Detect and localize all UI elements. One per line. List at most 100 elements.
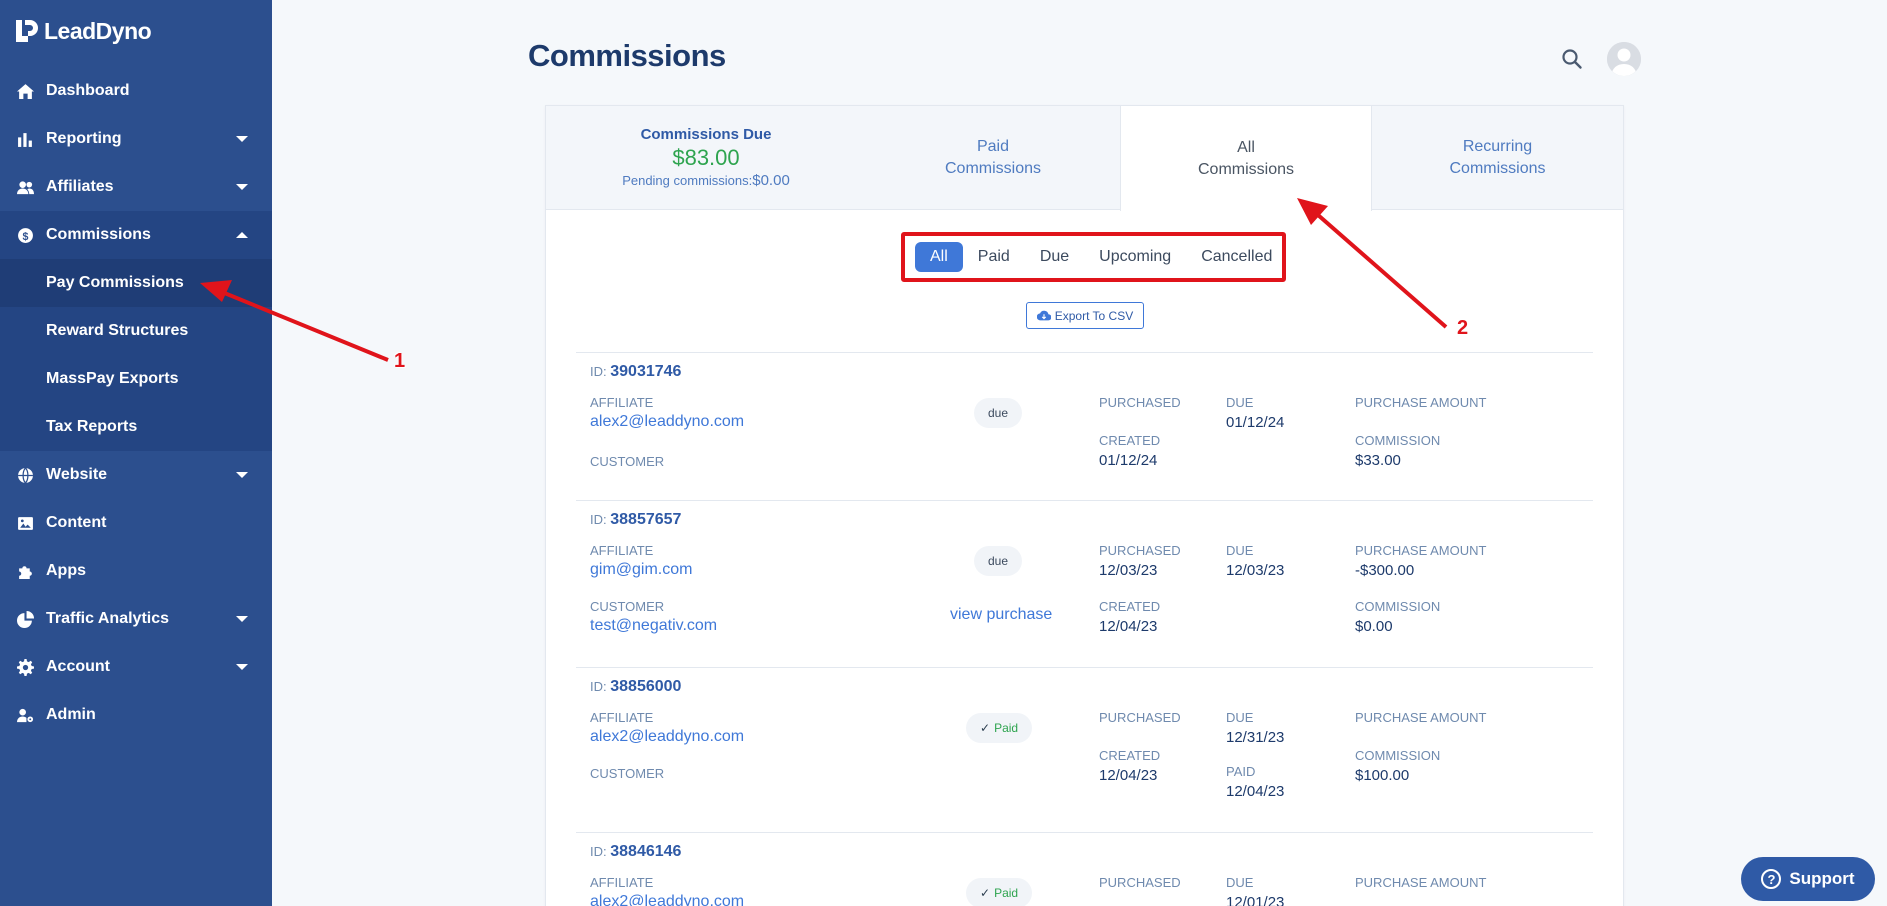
chevron-down-icon — [236, 184, 248, 190]
customer-label: CUSTOMER — [590, 454, 665, 469]
dollar-icon: $ — [16, 226, 34, 244]
pending-value: $0.00 — [752, 172, 790, 189]
tab-label: Commissions — [1449, 160, 1546, 177]
commissions-submenu: Pay Commissions Reward Structures MassPa… — [0, 259, 272, 451]
puzzle-icon — [16, 562, 34, 580]
created-label: CREATED — [1099, 433, 1161, 448]
commission-id-link[interactable]: 38856000 — [610, 678, 681, 695]
sidebar-item-label: Website — [46, 466, 108, 483]
affiliate-email-link[interactable]: gim@gim.com — [590, 561, 692, 579]
id-label: ID: — [590, 512, 607, 527]
sidebar-subitem-pay-commissions[interactable]: Pay Commissions — [0, 259, 272, 307]
sidebar-item-label: Account — [46, 658, 110, 675]
affiliate-email-link[interactable]: alex2@leaddyno.com — [590, 413, 744, 431]
sidebar-subitem-label: MassPay Exports — [46, 370, 179, 387]
page-title: Commissions — [528, 38, 726, 73]
export-csv-button[interactable]: Export To CSV — [1026, 302, 1144, 329]
sidebar-subitem-label: Reward Structures — [46, 322, 189, 339]
affiliate-email-link[interactable]: alex2@leaddyno.com — [590, 728, 744, 746]
support-label: Support — [1789, 869, 1855, 888]
filter-all-button[interactable]: All — [915, 242, 963, 272]
commission-id-link[interactable]: 38846146 — [610, 843, 681, 860]
pending-label: Pending commissions: — [622, 173, 753, 188]
sidebar-item-content[interactable]: Content — [0, 499, 272, 547]
sidebar-item-affiliates[interactable]: Affiliates — [0, 163, 272, 211]
commission-tabs: Commissions Due $83.00 Pending commissio… — [546, 105, 1623, 211]
commissions-card: Commissions Due $83.00 Pending commissio… — [545, 105, 1624, 906]
affiliate-label: AFFILIATE — [590, 395, 654, 410]
export-label: Export To CSV — [1054, 308, 1134, 323]
filter-paid-button[interactable]: Paid — [963, 242, 1025, 272]
due-date: 12/01/23 — [1226, 894, 1285, 906]
customer-email-link[interactable]: test@negativ.com — [590, 617, 717, 635]
chevron-up-icon — [236, 232, 248, 238]
tab-commissions-due[interactable]: Commissions Due $83.00 Pending commissio… — [546, 106, 866, 210]
support-button[interactable]: ? Support — [1741, 857, 1875, 901]
purchased-label: PURCHASED — [1099, 395, 1181, 410]
created-date: 01/12/24 — [1099, 452, 1158, 469]
annotation-label-1: 1 — [394, 350, 406, 372]
chevron-down-icon — [236, 664, 248, 670]
filter-upcoming-button[interactable]: Upcoming — [1084, 242, 1186, 272]
sidebar-subitem-label: Tax Reports — [46, 418, 138, 435]
tab-paid-commissions[interactable]: Paid Commissions — [866, 106, 1120, 210]
sidebar-subitem-masspay-exports[interactable]: MassPay Exports — [0, 355, 272, 403]
due-label: DUE — [1226, 543, 1254, 558]
image-icon — [16, 514, 34, 532]
status-text: Paid — [994, 886, 1019, 900]
created-date: 12/04/23 — [1099, 618, 1158, 635]
sidebar-subitem-reward-structures[interactable]: Reward Structures — [0, 307, 272, 355]
sidebar-item-label: Commissions — [46, 226, 151, 243]
due-label: DUE — [1226, 710, 1254, 725]
search-icon[interactable] — [1560, 47, 1584, 71]
paid-label: PAID — [1226, 764, 1256, 779]
status-badge: due — [974, 546, 1023, 576]
affiliate-email-link[interactable]: alex2@leaddyno.com — [590, 893, 744, 906]
purchase-amount: -$300.00 — [1355, 562, 1415, 579]
tab-all-commissions[interactable]: All Commissions — [1120, 105, 1372, 211]
commission-id: ID: 38846146 — [590, 843, 681, 861]
purchased-label: PURCHASED — [1099, 710, 1181, 725]
sidebar-item-label: Reporting — [46, 130, 122, 147]
filter-due-button[interactable]: Due — [1025, 242, 1084, 272]
sidebar-item-dashboard[interactable]: Dashboard — [0, 67, 272, 115]
sidebar-item-commissions[interactable]: $ Commissions — [0, 211, 272, 259]
table-row: ID: 39031746 AFFILIATE alex2@leaddyno.co… — [576, 352, 1593, 500]
status-filter-group: All Paid Due Upcoming Cancelled — [901, 232, 1286, 282]
due-label: DUE — [1226, 395, 1254, 410]
commission-label: COMMISSION — [1355, 748, 1441, 763]
check-icon: ✓ — [980, 886, 991, 900]
sidebar-item-label: Affiliates — [46, 178, 114, 195]
status-badge: ✓ Paid — [966, 713, 1033, 743]
commission-id: ID: 38857657 — [590, 511, 681, 529]
sidebar-item-reporting[interactable]: Reporting — [0, 115, 272, 163]
tab-recurring-commissions[interactable]: Recurring Commissions — [1372, 106, 1623, 210]
sidebar-item-account[interactable]: Account — [0, 643, 272, 691]
leaddyno-logo-icon — [16, 20, 40, 42]
filter-cancelled-button[interactable]: Cancelled — [1186, 242, 1287, 272]
sidebar-item-admin[interactable]: Admin — [0, 691, 272, 739]
avatar[interactable] — [1607, 42, 1641, 76]
status-badge: ✓ Paid — [966, 878, 1033, 906]
affiliate-label: AFFILIATE — [590, 543, 654, 558]
purchase-amount-label: PURCHASE AMOUNT — [1355, 875, 1487, 890]
sidebar-subitem-tax-reports[interactable]: Tax Reports — [0, 403, 272, 451]
pending-commissions: Pending commissions:$0.00 — [622, 172, 790, 190]
commission-id-link[interactable]: 39031746 — [610, 363, 681, 380]
purchase-amount-label: PURCHASE AMOUNT — [1355, 543, 1487, 558]
purchase-amount-label: PURCHASE AMOUNT — [1355, 710, 1487, 725]
sidebar-item-website[interactable]: Website — [0, 451, 272, 499]
id-label: ID: — [590, 844, 607, 859]
purchased-label: PURCHASED — [1099, 875, 1181, 890]
commission-id: ID: 38856000 — [590, 678, 681, 696]
view-purchase-link[interactable]: view purchase — [950, 606, 1052, 624]
brand-logo[interactable]: LeadDyno — [0, 0, 272, 62]
sidebar-item-traffic-analytics[interactable]: Traffic Analytics — [0, 595, 272, 643]
sidebar-item-apps[interactable]: Apps — [0, 547, 272, 595]
customer-label: CUSTOMER — [590, 766, 665, 781]
tab-label: Commissions — [1197, 160, 1294, 178]
commission-id-link[interactable]: 38857657 — [610, 511, 681, 528]
user-cog-icon — [16, 706, 34, 724]
home-icon — [16, 82, 34, 100]
sidebar-item-label: Dashboard — [46, 82, 130, 99]
